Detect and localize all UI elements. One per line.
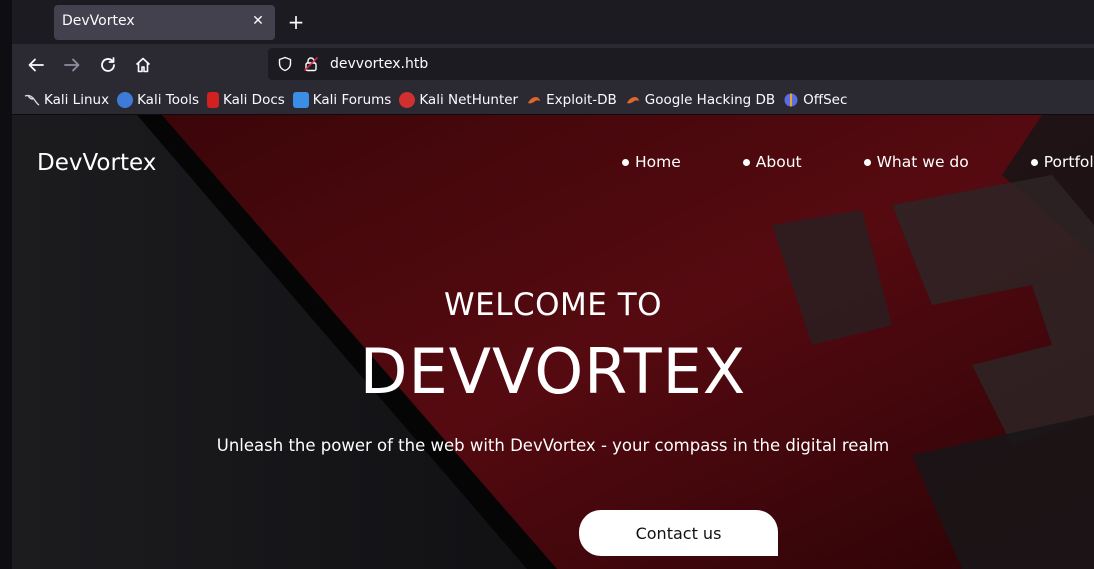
site-nav-label: About xyxy=(755,153,802,171)
tab-close-icon[interactable]: ✕ xyxy=(250,12,266,30)
bookmark-label: Kali Linux xyxy=(44,91,110,108)
site-nav-home[interactable]: Home xyxy=(622,153,681,171)
ghdb-icon xyxy=(625,92,641,108)
reload-button[interactable] xyxy=(95,52,121,78)
bookmark-label: Google Hacking DB xyxy=(644,91,776,108)
bookmark-offsec[interactable]: OffSec xyxy=(783,92,847,108)
site-nav: Home About What we do Portfolio xyxy=(622,153,1094,171)
bookmark-kali-forums[interactable]: Kali Forums xyxy=(292,91,392,108)
bookmark-kali-tools[interactable]: Kali Tools xyxy=(117,91,199,108)
bookmark-label: OffSec xyxy=(803,91,848,108)
site-nav-label: What we do xyxy=(876,153,969,171)
home-icon xyxy=(135,57,151,73)
bookmark-google-hacking-db[interactable]: Google Hacking DB xyxy=(625,92,775,108)
bookmark-kali-linux[interactable]: Kali Linux xyxy=(24,92,109,108)
bookmark-label: Exploit-DB xyxy=(546,91,617,108)
back-button[interactable] xyxy=(23,52,49,78)
insecure-lock-icon[interactable] xyxy=(303,56,319,72)
site-nav-label: Home xyxy=(635,153,681,171)
bullet-icon xyxy=(863,158,871,166)
active-tab[interactable]: DevVortex ✕ xyxy=(54,5,275,40)
tab-title: DevVortex xyxy=(62,13,135,29)
bookmark-kali-nethunter[interactable]: Kali NetHunter xyxy=(399,91,519,108)
kali-dragon-icon xyxy=(24,92,40,108)
forward-button[interactable] xyxy=(59,52,85,78)
site-nav-what-we-do[interactable]: What we do xyxy=(863,153,969,171)
new-tab-button[interactable]: + xyxy=(284,10,308,34)
offsec-icon xyxy=(783,92,799,108)
kali-forums-icon xyxy=(292,91,309,108)
reload-icon xyxy=(101,57,115,72)
bullet-icon xyxy=(622,158,629,166)
exploit-db-icon xyxy=(526,92,542,108)
back-arrow-icon xyxy=(28,58,44,72)
url-bar[interactable]: devvortex.htb xyxy=(268,48,1094,80)
bookmark-label: Kali Forums xyxy=(312,91,392,108)
kali-nethunter-icon xyxy=(399,91,416,108)
navigation-toolbar: devvortex.htb xyxy=(12,44,1094,85)
contact-us-button[interactable]: Contact us xyxy=(579,510,778,556)
site-nav-portfolio[interactable]: Portfolio xyxy=(1030,153,1094,171)
url-text[interactable]: devvortex.htb xyxy=(330,56,428,72)
bullet-icon xyxy=(1030,158,1038,166)
kali-docs-icon xyxy=(207,91,219,108)
kali-tools-icon xyxy=(117,91,134,108)
bookmark-label: Kali Tools xyxy=(137,91,199,108)
site-nav-about[interactable]: About xyxy=(742,153,802,171)
bookmark-label: Kali Docs xyxy=(223,91,285,108)
bookmark-exploit-db[interactable]: Exploit-DB xyxy=(526,92,617,108)
hero-welcome: WELCOME TO xyxy=(443,287,663,323)
site-logo[interactable]: DevVortex xyxy=(37,150,156,176)
forward-arrow-icon xyxy=(64,58,80,72)
bullet-icon xyxy=(742,158,750,166)
bookmarks-bar: Kali Linux Kali Tools Kali Docs Kali For… xyxy=(12,85,1094,115)
bookmark-kali-docs[interactable]: Kali Docs xyxy=(207,91,285,108)
site-nav-label: Portfolio xyxy=(1043,153,1094,171)
hero-tagline: Unleash the power of the web with DevVor… xyxy=(216,436,890,455)
window-edge xyxy=(0,0,12,569)
tab-strip: DevVortex ✕ + xyxy=(0,0,1094,44)
hero-layer: DevVortex Home About What we do Portfoli… xyxy=(12,115,1094,569)
home-button[interactable] xyxy=(130,52,156,78)
page-content: DevVortex Home About What we do Portfoli… xyxy=(12,115,1094,569)
shield-icon[interactable] xyxy=(277,56,293,72)
bookmark-label: Kali NetHunter xyxy=(419,91,519,108)
hero-brand-title: DEVVORTEX xyxy=(359,335,747,408)
